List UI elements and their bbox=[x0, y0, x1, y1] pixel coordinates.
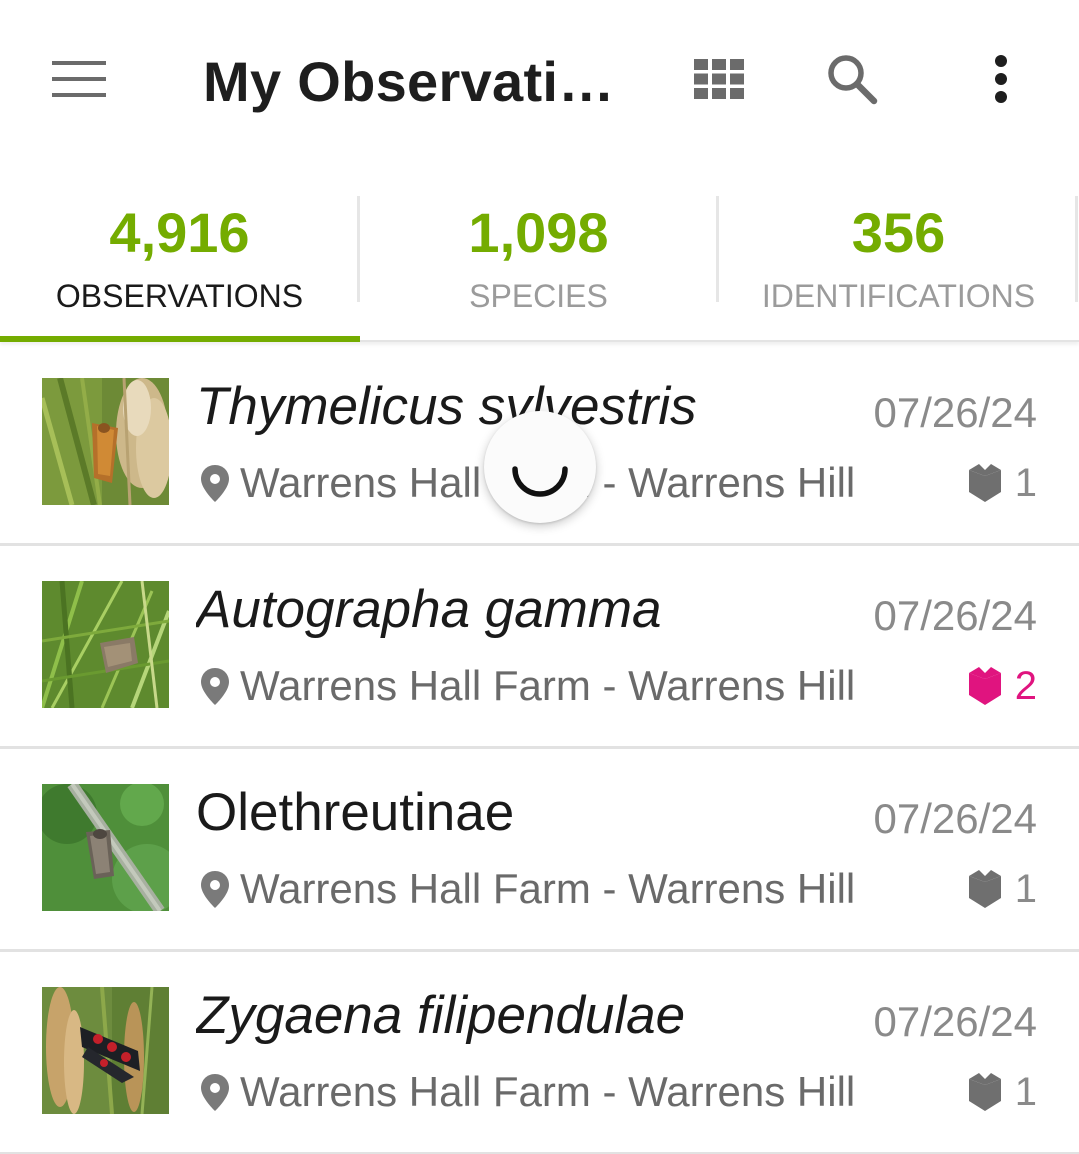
observation-row[interactable]: Olethreutinae 07/26/24 Warrens Hall Farm… bbox=[0, 749, 1079, 952]
observation-photo[interactable] bbox=[42, 987, 169, 1114]
identification-icon bbox=[968, 1073, 1001, 1111]
grid-view-button[interactable] bbox=[684, 44, 754, 114]
menu-button[interactable] bbox=[40, 46, 118, 112]
observation-name: Zygaena filipendulae bbox=[196, 986, 686, 1045]
location-text: Warrens Hall Farm - Warrens Hill bbox=[240, 1068, 856, 1115]
identifications-badge: 1 bbox=[967, 1064, 1037, 1120]
location-text: Warrens Hall Farm - Warrens Hill bbox=[240, 865, 856, 912]
search-icon bbox=[828, 55, 878, 105]
observation-location: Warrens Hall Farm - Warrens Hill bbox=[198, 658, 855, 714]
photo-moth-in-grass bbox=[42, 581, 169, 708]
observation-date: 07/26/24 bbox=[873, 389, 1038, 436]
observation-photo[interactable] bbox=[42, 581, 169, 708]
page-title: My Observatio... bbox=[203, 50, 631, 113]
observation-name: Olethreutinae bbox=[196, 783, 515, 842]
photo-moth-on-stem bbox=[42, 784, 169, 911]
observation-photo[interactable] bbox=[42, 784, 169, 911]
observation-date: 07/26/24 bbox=[873, 998, 1038, 1045]
more-options-button[interactable] bbox=[966, 44, 1036, 114]
identifications-count-value: 1 bbox=[1014, 1070, 1037, 1114]
identifications-count: 356 bbox=[851, 201, 946, 264]
photo-burnet-moth bbox=[42, 987, 169, 1114]
location-pin-icon bbox=[201, 465, 229, 502]
tab-divider bbox=[357, 196, 360, 302]
loading-spinner-icon bbox=[512, 466, 568, 497]
tab-species[interactable]: 1,098 SPECIES bbox=[359, 180, 718, 340]
identification-icon bbox=[968, 667, 1001, 705]
observations-count: 4,916 bbox=[109, 201, 250, 264]
observation-photo[interactable] bbox=[42, 378, 169, 505]
grid-view-icon bbox=[694, 59, 744, 99]
identifications-count-value: 2 bbox=[1014, 664, 1037, 708]
identifications-count-value: 1 bbox=[1014, 461, 1037, 505]
observations-label: OBSERVATIONS bbox=[55, 278, 304, 314]
observation-date: 07/26/24 bbox=[873, 795, 1038, 842]
tab-identifications[interactable]: 356 IDENTIFICATIONS bbox=[719, 180, 1078, 340]
species-count: 1,098 bbox=[468, 201, 609, 264]
observation-location: Warrens Hall Farm - Warrens Hill bbox=[198, 1064, 855, 1120]
observation-row[interactable]: Autographa gamma 07/26/24 Warrens Hall F… bbox=[0, 546, 1079, 749]
identification-icon bbox=[968, 464, 1001, 502]
location-pin-icon bbox=[201, 871, 229, 908]
menu-icon bbox=[52, 61, 106, 97]
observation-date: 07/26/24 bbox=[873, 592, 1038, 639]
location-pin-icon bbox=[201, 1074, 229, 1111]
identifications-badge: 1 bbox=[967, 455, 1037, 511]
tab-observations[interactable]: 4,916 OBSERVATIONS bbox=[0, 180, 359, 340]
identifications-badge: 1 bbox=[967, 861, 1037, 917]
identifications-label: IDENTIFICATIONS bbox=[761, 278, 1036, 314]
app-bar: My Observatio... bbox=[0, 0, 1079, 165]
observation-location: Warrens Hall Farm - Warrens Hill bbox=[198, 861, 855, 917]
observation-name: Autographa gamma bbox=[196, 580, 662, 639]
identifications-badge: 2 bbox=[967, 658, 1037, 714]
species-label: SPECIES bbox=[469, 278, 608, 314]
photo-skipper-butterfly bbox=[42, 378, 169, 505]
location-text: Warrens Hall Farm - Warrens Hill bbox=[240, 662, 856, 709]
location-pin-icon bbox=[201, 668, 229, 705]
loading-spinner bbox=[484, 411, 596, 523]
stats-tabs: 4,916 OBSERVATIONS 1,098 SPECIES 356 IDE… bbox=[0, 180, 1079, 342]
more-vert-icon bbox=[995, 55, 1007, 103]
observation-row[interactable]: Zygaena filipendulae 07/26/24 Warrens Ha… bbox=[0, 952, 1079, 1154]
identification-icon bbox=[968, 870, 1001, 908]
search-button[interactable] bbox=[817, 44, 887, 114]
tab-divider bbox=[716, 196, 719, 302]
tab-divider bbox=[1075, 196, 1078, 302]
active-tab-indicator bbox=[0, 336, 360, 342]
identifications-count-value: 1 bbox=[1014, 867, 1037, 911]
